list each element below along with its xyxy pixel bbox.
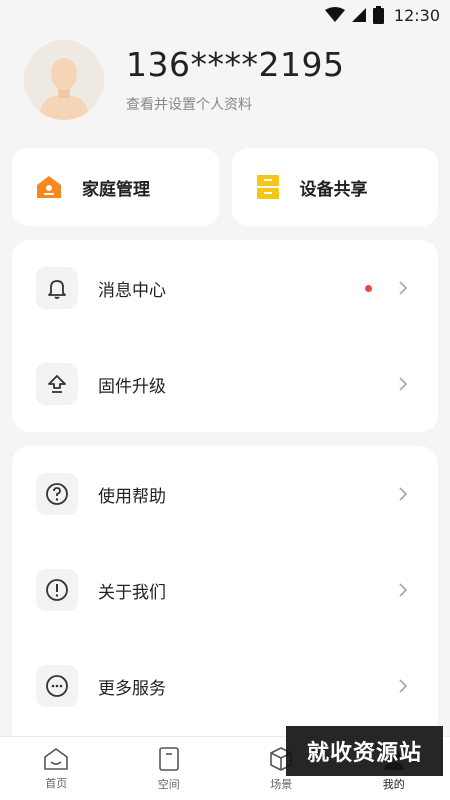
home-icon (37, 176, 61, 198)
unread-badge-dot (365, 284, 372, 292)
menu-icon-bg (36, 267, 78, 309)
home-tab-icon (44, 747, 69, 770)
tab-home-label: 首页 (45, 776, 68, 790)
tab-mine-label: 我的 (382, 777, 405, 791)
menu-group-2: 使用帮助 关于我们 更多服务 (12, 446, 438, 746)
menu-item-message-center[interactable]: 消息中心 (12, 240, 438, 336)
profile-header[interactable]: 136****2195 查看并设置个人资料 (24, 38, 426, 122)
profile-phone: 136****2195 (126, 45, 345, 84)
status-bar: 12:30 (0, 0, 450, 30)
watermark-text: 就收资源站 (306, 741, 422, 766)
chevron-right-icon (399, 487, 408, 501)
space-tab-icon (158, 746, 179, 771)
watermark: 就收资源站 (286, 726, 443, 776)
family-management-label: 家庭管理 (82, 179, 150, 200)
menu-label-firmware-upgrade: 固件升级 (98, 376, 166, 397)
device-sharing-card[interactable]: 设备共享 (231, 148, 438, 226)
menu-icon-bg (36, 569, 78, 611)
menu-item-firmware-upgrade[interactable]: 固件升级 (12, 336, 438, 432)
quick-actions: 家庭管理 设备共享 (12, 148, 438, 226)
tab-scene-label: 场景 (270, 777, 293, 791)
wifi-icon (324, 7, 345, 22)
battery-icon (372, 6, 384, 24)
profile-edit-link[interactable]: 查看并设置个人资料 (126, 94, 344, 114)
menu-item-more-services[interactable]: 更多服务 (12, 638, 438, 734)
default-avatar-icon (24, 40, 104, 120)
menu-label-more-services: 更多服务 (98, 678, 166, 699)
chevron-right-icon (399, 679, 408, 693)
family-management-card[interactable]: 家庭管理 (12, 148, 219, 226)
menu-item-about-us[interactable]: 关于我们 (12, 542, 438, 638)
avatar[interactable] (24, 40, 104, 120)
status-time: 12:30 (393, 5, 440, 25)
menu-label-help: 使用帮助 (98, 486, 166, 507)
tab-space-label: 空间 (157, 777, 180, 791)
drawer-share-icon (256, 175, 279, 199)
tab-space[interactable]: 空间 (113, 737, 226, 800)
chevron-right-icon (399, 281, 408, 295)
menu-icon-bg (36, 473, 78, 515)
cellular-signal-icon (351, 8, 366, 22)
chevron-right-icon (399, 377, 408, 391)
tab-home[interactable]: 首页 (0, 737, 113, 800)
menu-icon-bg (36, 665, 78, 707)
chevron-right-icon (399, 583, 408, 597)
menu-label-message-center: 消息中心 (98, 280, 166, 301)
device-sharing-label: 设备共享 (299, 179, 368, 200)
bell-icon (48, 280, 66, 299)
menu-icon-bg (36, 363, 78, 405)
upgrade-icon (48, 375, 66, 393)
menu-group-1: 消息中心 固件升级 (12, 240, 438, 432)
info-icon (46, 579, 68, 601)
menu-label-about-us: 关于我们 (98, 582, 166, 603)
more-icon (46, 675, 68, 697)
menu-item-help[interactable]: 使用帮助 (12, 446, 438, 542)
help-icon (46, 483, 68, 505)
